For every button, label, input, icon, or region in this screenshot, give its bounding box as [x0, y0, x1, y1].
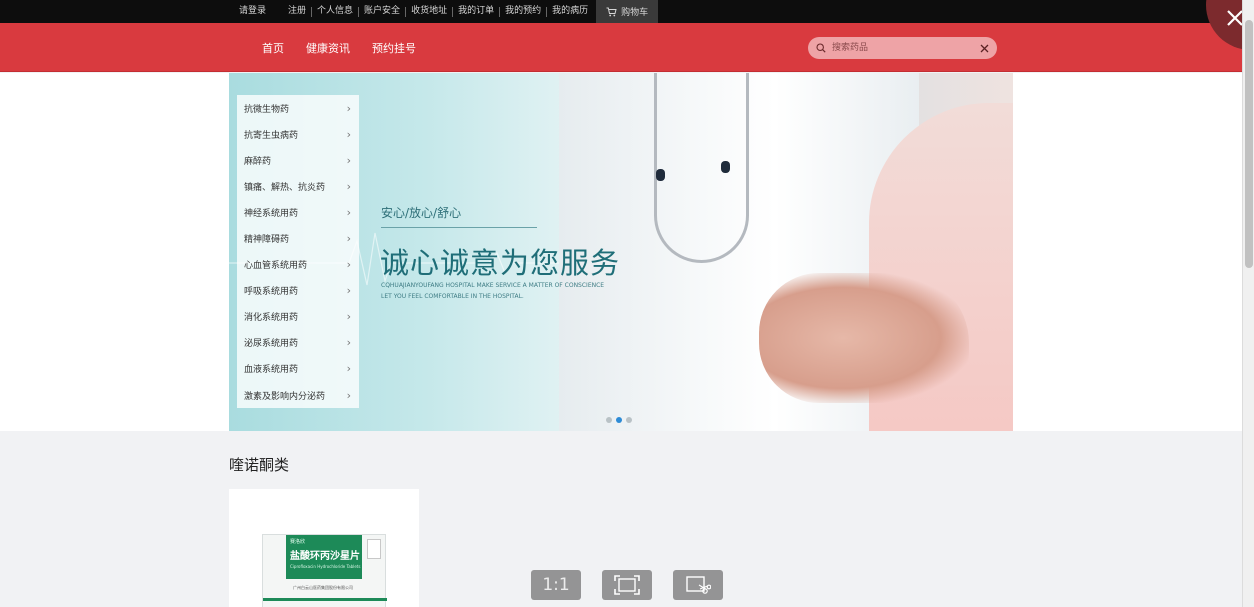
- category-item[interactable]: 抗微生物药 ›: [237, 95, 359, 121]
- carousel-dot-active[interactable]: [616, 417, 622, 423]
- banner-headline: 诚心诚意为您服务: [380, 246, 621, 280]
- product-brand: 赛洛欣: [290, 539, 306, 545]
- category-item[interactable]: 神经系统用药 ›: [237, 199, 359, 225]
- category-label: 抗寄生虫病药: [244, 130, 299, 141]
- divider: [405, 6, 407, 17]
- scrollbar[interactable]: [1242, 0, 1254, 607]
- chevron-right-icon: ›: [346, 205, 351, 219]
- crop-button[interactable]: [673, 570, 723, 600]
- category-label: 呼吸系统用药: [244, 287, 299, 298]
- profile-link[interactable]: 个人信息: [313, 0, 357, 23]
- cart-button[interactable]: 购物车: [596, 0, 659, 23]
- chevron-right-icon: ›: [346, 153, 351, 167]
- divider: [499, 6, 501, 17]
- product-logo: [367, 539, 381, 559]
- crop-scissors-icon: [686, 576, 711, 594]
- product-subtitle: Ciprofloxacin Hydrochloride Tablets: [290, 564, 361, 569]
- category-menu: 抗微生物药 › 抗寄生虫病药 › 麻醉药 › 镇痛、解热、抗炎药 › 神经系统用药 › 精…: [237, 95, 359, 408]
- top-links: 请登录 注册 个人信息 账户安全 收货地址 我的订单 我的预约 我的病历 购物车: [235, 0, 659, 23]
- cart-label: 购物车: [621, 8, 649, 18]
- category-item[interactable]: 心血管系统用药 ›: [237, 252, 359, 278]
- category-label: 泌尿系统用药: [244, 339, 299, 350]
- product-stripe: [263, 598, 387, 601]
- stethoscope-earpiece: [656, 169, 665, 181]
- category-item[interactable]: 消化系统用药 ›: [237, 304, 359, 330]
- account-security-link[interactable]: 账户安全: [360, 0, 404, 23]
- chevron-right-icon: ›: [346, 310, 351, 324]
- category-item[interactable]: 精神障碍药 ›: [237, 225, 359, 251]
- search-icon: [816, 43, 826, 53]
- product-maker: 广州白云山医药集团股份有限公司: [293, 585, 353, 590]
- divider: [546, 6, 548, 17]
- divider: [358, 6, 360, 17]
- carousel-dot[interactable]: [626, 417, 632, 423]
- top-bar: 请登录 注册 个人信息 账户安全 收货地址 我的订单 我的预约 我的病历 购物车: [0, 0, 1242, 23]
- category-label: 镇痛、解热、抗炎药: [244, 182, 326, 193]
- nav-menu: 首页 健康资讯 预约挂号: [262, 23, 416, 72]
- search-input[interactable]: [830, 42, 980, 54]
- category-item[interactable]: 激素及影响内分泌药 ›: [237, 382, 359, 408]
- banner-tagline: 安心/放心/舒心: [381, 206, 462, 220]
- product-image: 赛洛欣 盐酸环丙沙星片 Ciprofloxacin Hydrochloride …: [262, 534, 387, 607]
- category-label: 血液系统用药: [244, 365, 299, 376]
- fit-screen-icon: [614, 575, 640, 595]
- category-label: 神经系统用药: [244, 208, 299, 219]
- carousel-dot[interactable]: [606, 417, 612, 423]
- divider: [452, 6, 454, 17]
- divider: [311, 6, 313, 17]
- chevron-right-icon: ›: [346, 232, 351, 246]
- category-item[interactable]: 呼吸系统用药 ›: [237, 278, 359, 304]
- product-card[interactable]: 赛洛欣 盐酸环丙沙星片 Ciprofloxacin Hydrochloride …: [229, 489, 419, 607]
- category-item[interactable]: 抗寄生虫病药 ›: [237, 121, 359, 147]
- stethoscope-graphic: [654, 73, 749, 263]
- clear-search-icon[interactable]: [980, 44, 989, 53]
- category-item[interactable]: 麻醉药 ›: [237, 147, 359, 173]
- category-label: 激素及影响内分泌药: [244, 391, 326, 402]
- chevron-right-icon: ›: [346, 127, 351, 141]
- nav-item-home[interactable]: 首页: [262, 40, 284, 56]
- my-appointments-link[interactable]: 我的预约: [501, 0, 545, 23]
- carousel-dots: [606, 417, 632, 423]
- chevron-right-icon: ›: [346, 336, 351, 350]
- category-label: 心血管系统用药: [244, 261, 308, 272]
- my-records-link[interactable]: 我的病历: [548, 0, 592, 23]
- section-title: 喹诺酮类: [229, 456, 290, 474]
- banner-english-line: CQHUAJIANYOUFANG HOSPITAL MAKE SERVICE A…: [381, 282, 605, 289]
- stethoscope-earpiece: [721, 161, 730, 173]
- actual-size-button[interactable]: 1:1: [531, 570, 581, 600]
- my-orders-link[interactable]: 我的订单: [454, 0, 498, 23]
- nav-item-health-news[interactable]: 健康资讯: [306, 40, 350, 56]
- product-box-label: 赛洛欣 盐酸环丙沙星片 Ciprofloxacin Hydrochloride …: [286, 535, 362, 579]
- category-item[interactable]: 血液系统用药 ›: [237, 356, 359, 382]
- banner-english-text: CQHUAJIANYOUFANG HOSPITAL MAKE SERVICE A…: [381, 280, 604, 302]
- scrollbar-thumb[interactable]: [1245, 20, 1253, 268]
- cart-icon: [606, 7, 617, 16]
- search-box: [808, 37, 997, 59]
- category-label: 消化系统用药: [244, 313, 299, 324]
- viewer-toolbar: 1:1: [531, 570, 723, 600]
- address-link[interactable]: 收货地址: [407, 0, 451, 23]
- register-link[interactable]: 注册: [284, 0, 310, 23]
- hands-graphic: [759, 273, 969, 403]
- category-item[interactable]: 泌尿系统用药 ›: [237, 330, 359, 356]
- nav-item-appointment[interactable]: 预约挂号: [372, 40, 416, 56]
- category-label: 麻醉药: [244, 156, 272, 167]
- chevron-right-icon: ›: [346, 179, 351, 193]
- zoom-label: 1:1: [542, 575, 570, 595]
- login-link[interactable]: 请登录: [235, 0, 270, 23]
- chevron-right-icon: ›: [346, 101, 351, 115]
- category-label: 抗微生物药: [244, 104, 290, 115]
- banner-divider: [381, 227, 537, 228]
- chevron-right-icon: ›: [346, 362, 351, 376]
- product-name: 盐酸环丙沙星片: [290, 551, 360, 562]
- fit-screen-button[interactable]: [602, 570, 652, 600]
- banner-english-line: LET YOU FEEL COMFORTABLE IN THE HOSPITAL…: [381, 293, 524, 300]
- category-item[interactable]: 镇痛、解热、抗炎药 ›: [237, 173, 359, 199]
- chevron-right-icon: ›: [346, 284, 351, 298]
- category-label: 精神障碍药: [244, 235, 290, 246]
- main-nav: 首页 健康资讯 预约挂号: [0, 23, 1242, 72]
- chevron-right-icon: ›: [346, 258, 351, 272]
- chevron-right-icon: ›: [346, 388, 351, 402]
